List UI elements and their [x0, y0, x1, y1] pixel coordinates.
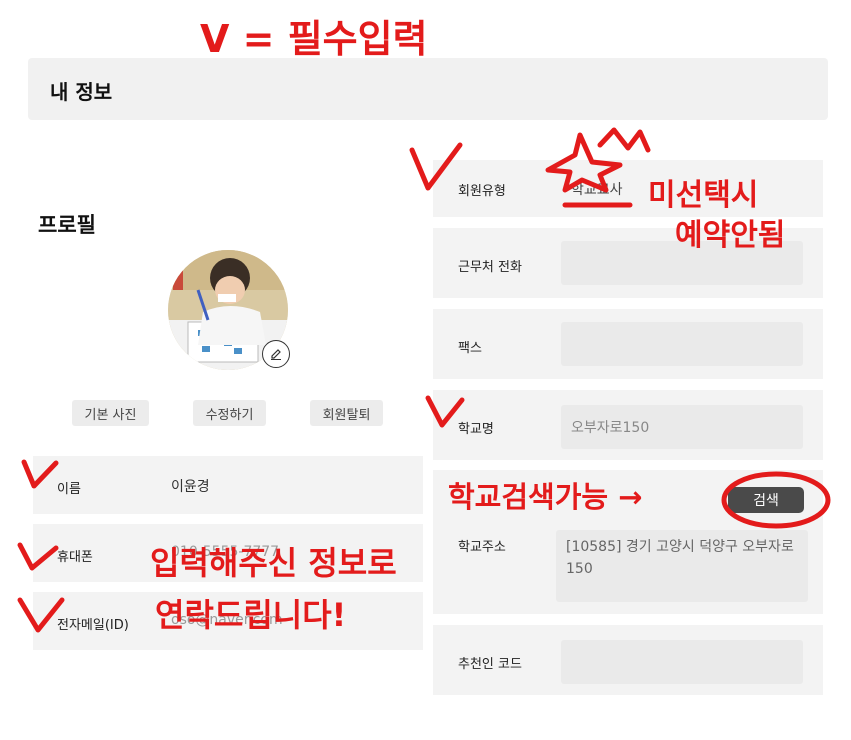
star-annotation	[545, 132, 623, 193]
checkmark-name	[21, 459, 59, 489]
member-type-note-line1: 미선택시	[648, 178, 759, 213]
annotation-marks	[17, 127, 831, 633]
star-scribble	[597, 127, 651, 153]
school-search-note: 학교검색가능 →	[448, 480, 643, 514]
checkmark-phone	[17, 542, 59, 571]
checkmark-member-type	[409, 142, 463, 191]
checkmark-school-name	[425, 395, 465, 428]
member-type-note-line2: 예약안됨	[675, 218, 786, 253]
circle-search-button	[721, 471, 831, 529]
checkmark-email	[17, 597, 65, 633]
contact-note-line2: 연락드립니다!	[155, 596, 347, 634]
contact-note-line1: 입력해주신 정보로	[150, 544, 397, 582]
